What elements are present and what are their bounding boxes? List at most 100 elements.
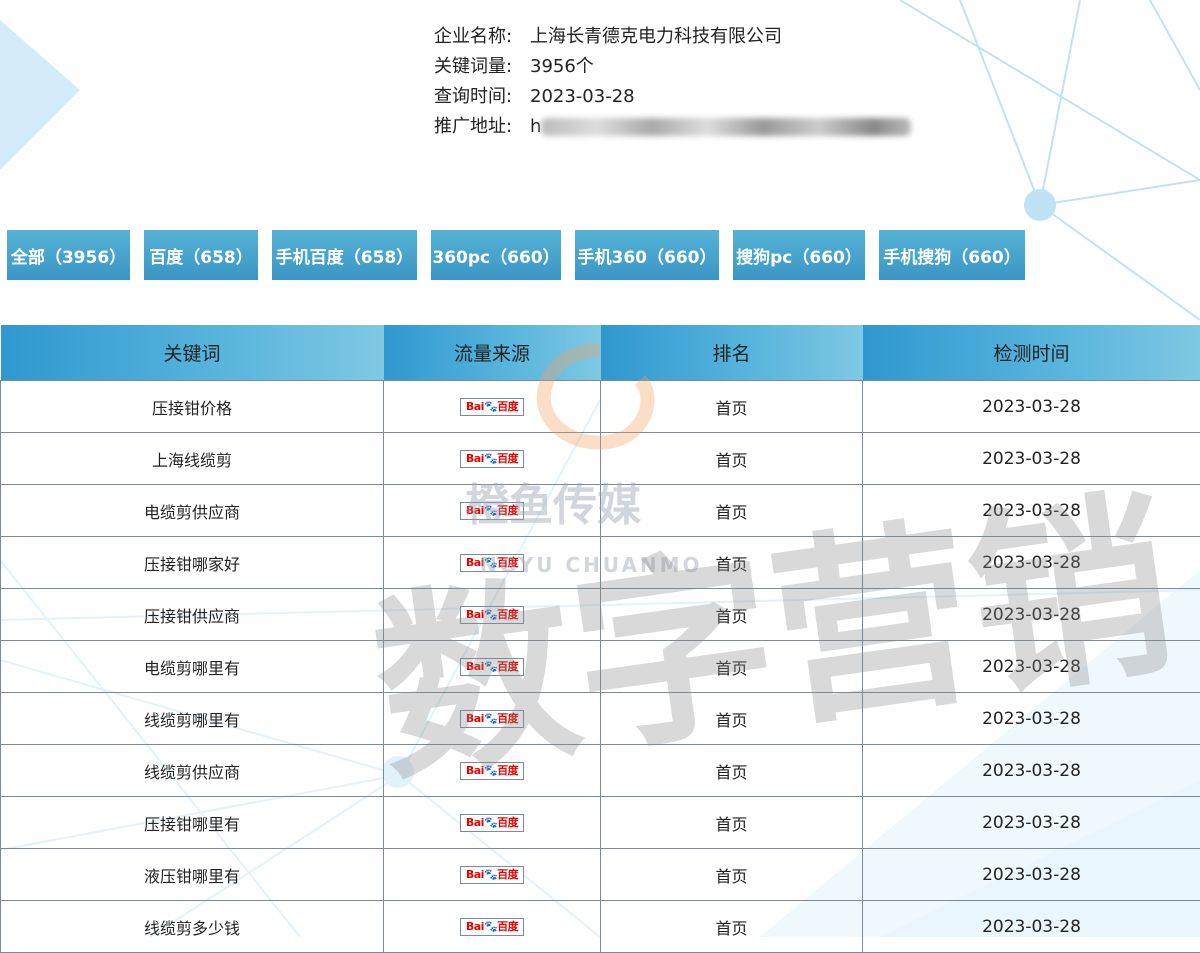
redacted-url [541, 118, 911, 136]
paw-icon: 🐾 [484, 608, 497, 621]
date-cell: 2023-03-28 [863, 485, 1200, 537]
baidu-logo-text: Bai [466, 868, 484, 881]
baidu-logo-cn: 百度 [497, 504, 518, 517]
keyword-cell: 压接钳供应商 [1, 589, 384, 641]
keyword-cell: 压接钳价格 [1, 381, 384, 433]
tab-mobile-360[interactable]: 手机360（660） [575, 230, 719, 280]
baidu-logo: Bai🐾百度 [460, 762, 524, 780]
source-cell: Bai🐾百度 [384, 433, 601, 485]
baidu-logo-text: Bai [466, 504, 484, 517]
rank-cell: 首页 [601, 433, 863, 485]
rank-cell: 首页 [601, 693, 863, 745]
table-row: 电缆剪哪里有Bai🐾百度首页2023-03-28 [1, 641, 1200, 693]
engine-tabs: 全部（3956） 百度（658） 手机百度（658） 360pc（660） 手机… [0, 230, 1032, 280]
date-cell: 2023-03-28 [863, 797, 1200, 849]
baidu-logo-cn: 百度 [497, 660, 518, 673]
paw-icon: 🐾 [484, 660, 497, 673]
header-rank: 排名 [601, 325, 863, 381]
date-cell: 2023-03-28 [863, 849, 1200, 901]
date-cell: 2023-03-28 [863, 433, 1200, 485]
paw-icon: 🐾 [484, 868, 497, 881]
query-time: 2023-03-28 [530, 82, 635, 112]
baidu-logo: Bai🐾百度 [460, 918, 524, 936]
source-cell: Bai🐾百度 [384, 589, 601, 641]
rank-cell: 首页 [601, 537, 863, 589]
source-cell: Bai🐾百度 [384, 693, 601, 745]
baidu-logo-cn: 百度 [497, 712, 518, 725]
table-row: 线缆剪供应商Bai🐾百度首页2023-03-28 [1, 745, 1200, 797]
rank-cell: 首页 [601, 849, 863, 901]
paw-icon: 🐾 [484, 816, 497, 829]
keyword-cell: 线缆剪多少钱 [1, 901, 384, 953]
baidu-logo: Bai🐾百度 [460, 554, 524, 572]
table-row: 线缆剪哪里有Bai🐾百度首页2023-03-28 [1, 693, 1200, 745]
baidu-logo: Bai🐾百度 [460, 398, 524, 416]
baidu-logo-text: Bai [466, 400, 484, 413]
baidu-logo: Bai🐾百度 [460, 814, 524, 832]
date-cell: 2023-03-28 [863, 693, 1200, 745]
promo-url: h [530, 112, 541, 142]
tab-360pc[interactable]: 360pc（660） [431, 230, 561, 280]
baidu-logo-cn: 百度 [497, 452, 518, 465]
query-time-row: 查询时间: 2023-03-28 [434, 82, 911, 112]
tab-baidu[interactable]: 百度（658） [144, 230, 258, 280]
baidu-logo-cn: 百度 [497, 608, 518, 621]
source-cell: Bai🐾百度 [384, 485, 601, 537]
date-cell: 2023-03-28 [863, 537, 1200, 589]
keyword-cell: 压接钳哪里有 [1, 797, 384, 849]
date-cell: 2023-03-28 [863, 381, 1200, 433]
company-info: 企业名称: 上海长青德克电力科技有限公司 关键词量: 3956个 查询时间: 2… [434, 22, 911, 142]
rank-cell: 首页 [601, 485, 863, 537]
query-time-label: 查询时间: [434, 82, 530, 112]
tab-sogou-pc[interactable]: 搜狗pc（660） [733, 230, 865, 280]
baidu-logo-cn: 百度 [497, 816, 518, 829]
keyword-cell: 上海线缆剪 [1, 433, 384, 485]
date-cell: 2023-03-28 [863, 589, 1200, 641]
paw-icon: 🐾 [484, 920, 497, 933]
table-row: 压接钳哪里有 Bai🐾百度 首页2023-03-28 [1, 797, 1200, 849]
paw-icon: 🐾 [484, 556, 497, 569]
keyword-cell: 线缆剪供应商 [1, 745, 384, 797]
baidu-logo-text: Bai [466, 712, 484, 725]
baidu-logo-cn: 百度 [497, 868, 518, 881]
source-cell: Bai🐾百度 [384, 641, 601, 693]
table-row: 压接钳价格 Bai🐾百度 首页2023-03-28 [1, 381, 1200, 433]
header-keyword: 关键词 [1, 325, 384, 381]
source-cell: Bai🐾百度 [384, 849, 601, 901]
baidu-logo-cn: 百度 [497, 764, 518, 777]
baidu-logo-text: Bai [466, 660, 484, 673]
paw-icon: 🐾 [484, 452, 497, 465]
company-name: 上海长青德克电力科技有限公司 [530, 22, 782, 52]
keyword-count-label: 关键词量: [434, 52, 530, 82]
tab-all[interactable]: 全部（3956） [7, 230, 130, 280]
source-cell: Bai🐾百度 [384, 797, 601, 849]
table-row: 上海线缆剪 Bai🐾百度 首页2023-03-28 [1, 433, 1200, 485]
promo-url-row: 推广地址: h [434, 112, 911, 142]
rank-cell: 首页 [601, 641, 863, 693]
baidu-logo-text: Bai [466, 816, 484, 829]
keyword-cell: 液压钳哪里有 [1, 849, 384, 901]
baidu-logo-text: Bai [466, 764, 484, 777]
date-cell: 2023-03-28 [863, 745, 1200, 797]
paw-icon: 🐾 [484, 764, 497, 777]
baidu-logo: Bai🐾百度 [460, 450, 524, 468]
source-cell: Bai🐾百度 [384, 381, 601, 433]
date-cell: 2023-03-28 [863, 901, 1200, 953]
table-row: 压接钳供应商Bai🐾百度首页2023-03-28 [1, 589, 1200, 641]
tab-mobile-sogou[interactable]: 手机搜狗（660） [879, 230, 1025, 280]
baidu-logo-cn: 百度 [497, 556, 518, 569]
table-row: 液压钳哪里有Bai🐾百度首页2023-03-28 [1, 849, 1200, 901]
tab-mobile-baidu[interactable]: 手机百度（658） [272, 230, 417, 280]
rank-cell: 首页 [601, 797, 863, 849]
keyword-cell: 电缆剪供应商 [1, 485, 384, 537]
promo-url-label: 推广地址: [434, 112, 530, 142]
company-label: 企业名称: [434, 22, 530, 52]
baidu-logo-text: Bai [466, 452, 484, 465]
company-row: 企业名称: 上海长青德克电力科技有限公司 [434, 22, 911, 52]
paw-icon: 🐾 [484, 712, 497, 725]
table-header-row: 关键词 流量来源 排名 检测时间 [1, 325, 1200, 381]
table-row: 压接钳哪家好Bai🐾百度首页2023-03-28 [1, 537, 1200, 589]
baidu-logo: Bai🐾百度 [460, 606, 524, 624]
rank-cell: 首页 [601, 381, 863, 433]
keyword-table: 关键词 流量来源 排名 检测时间 压接钳价格Bai🐾百度首页2023-03-28… [0, 325, 1200, 953]
